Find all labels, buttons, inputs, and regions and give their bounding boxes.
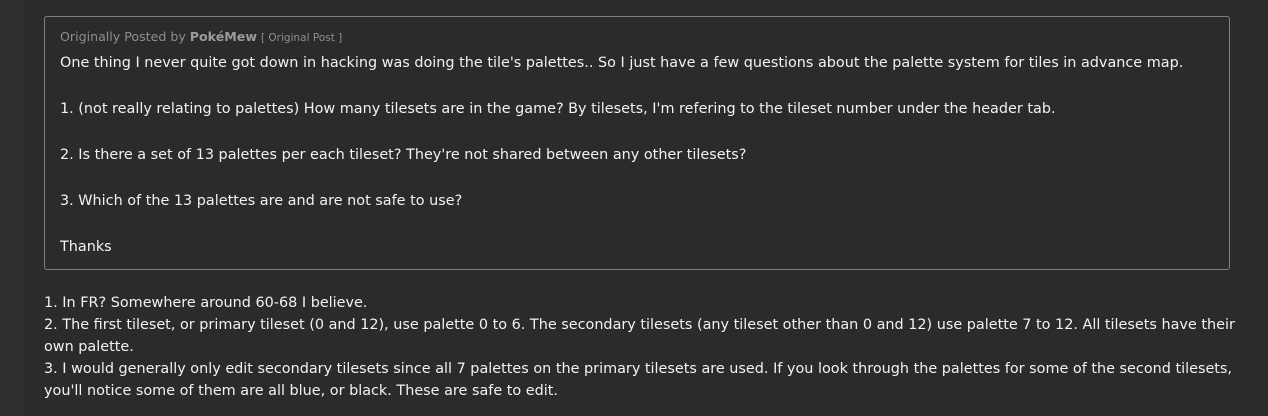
quote-line-intro: One thing I never quite got down in hack… [60, 55, 1184, 71]
post-content: Originally Posted by PokéMew [ Original … [24, 0, 1268, 416]
quote-line-thanks: Thanks [60, 239, 112, 255]
quote-body: One thing I never quite got down in hack… [60, 52, 1214, 259]
quote-author-link[interactable]: PokéMew [190, 29, 257, 44]
reply-line-3: 3. I would generally only edit secondary… [44, 361, 1233, 399]
quote-header: Originally Posted by PokéMew [ Original … [60, 28, 1214, 48]
quote-line-question-2: 2. Is there a set of 13 palettes per eac… [60, 147, 747, 163]
reply-line-1: 1. In FR? Somewhere around 60-68 I belie… [44, 295, 368, 311]
quote-line-question-1: 1. (not really relating to palettes) How… [60, 101, 1056, 117]
left-gutter [0, 0, 24, 416]
reply-text: 1. In FR? Somewhere around 60-68 I belie… [44, 292, 1254, 402]
original-post-link[interactable]: [ Original Post ] [261, 32, 342, 44]
quote-prefix: Originally Posted by [60, 29, 186, 44]
reply-line-2: 2. The first tileset, or primary tileset… [44, 317, 1235, 355]
quote-line-question-3: 3. Which of the 13 palettes are and are … [60, 193, 463, 209]
quote-block: Originally Posted by PokéMew [ Original … [44, 16, 1230, 270]
